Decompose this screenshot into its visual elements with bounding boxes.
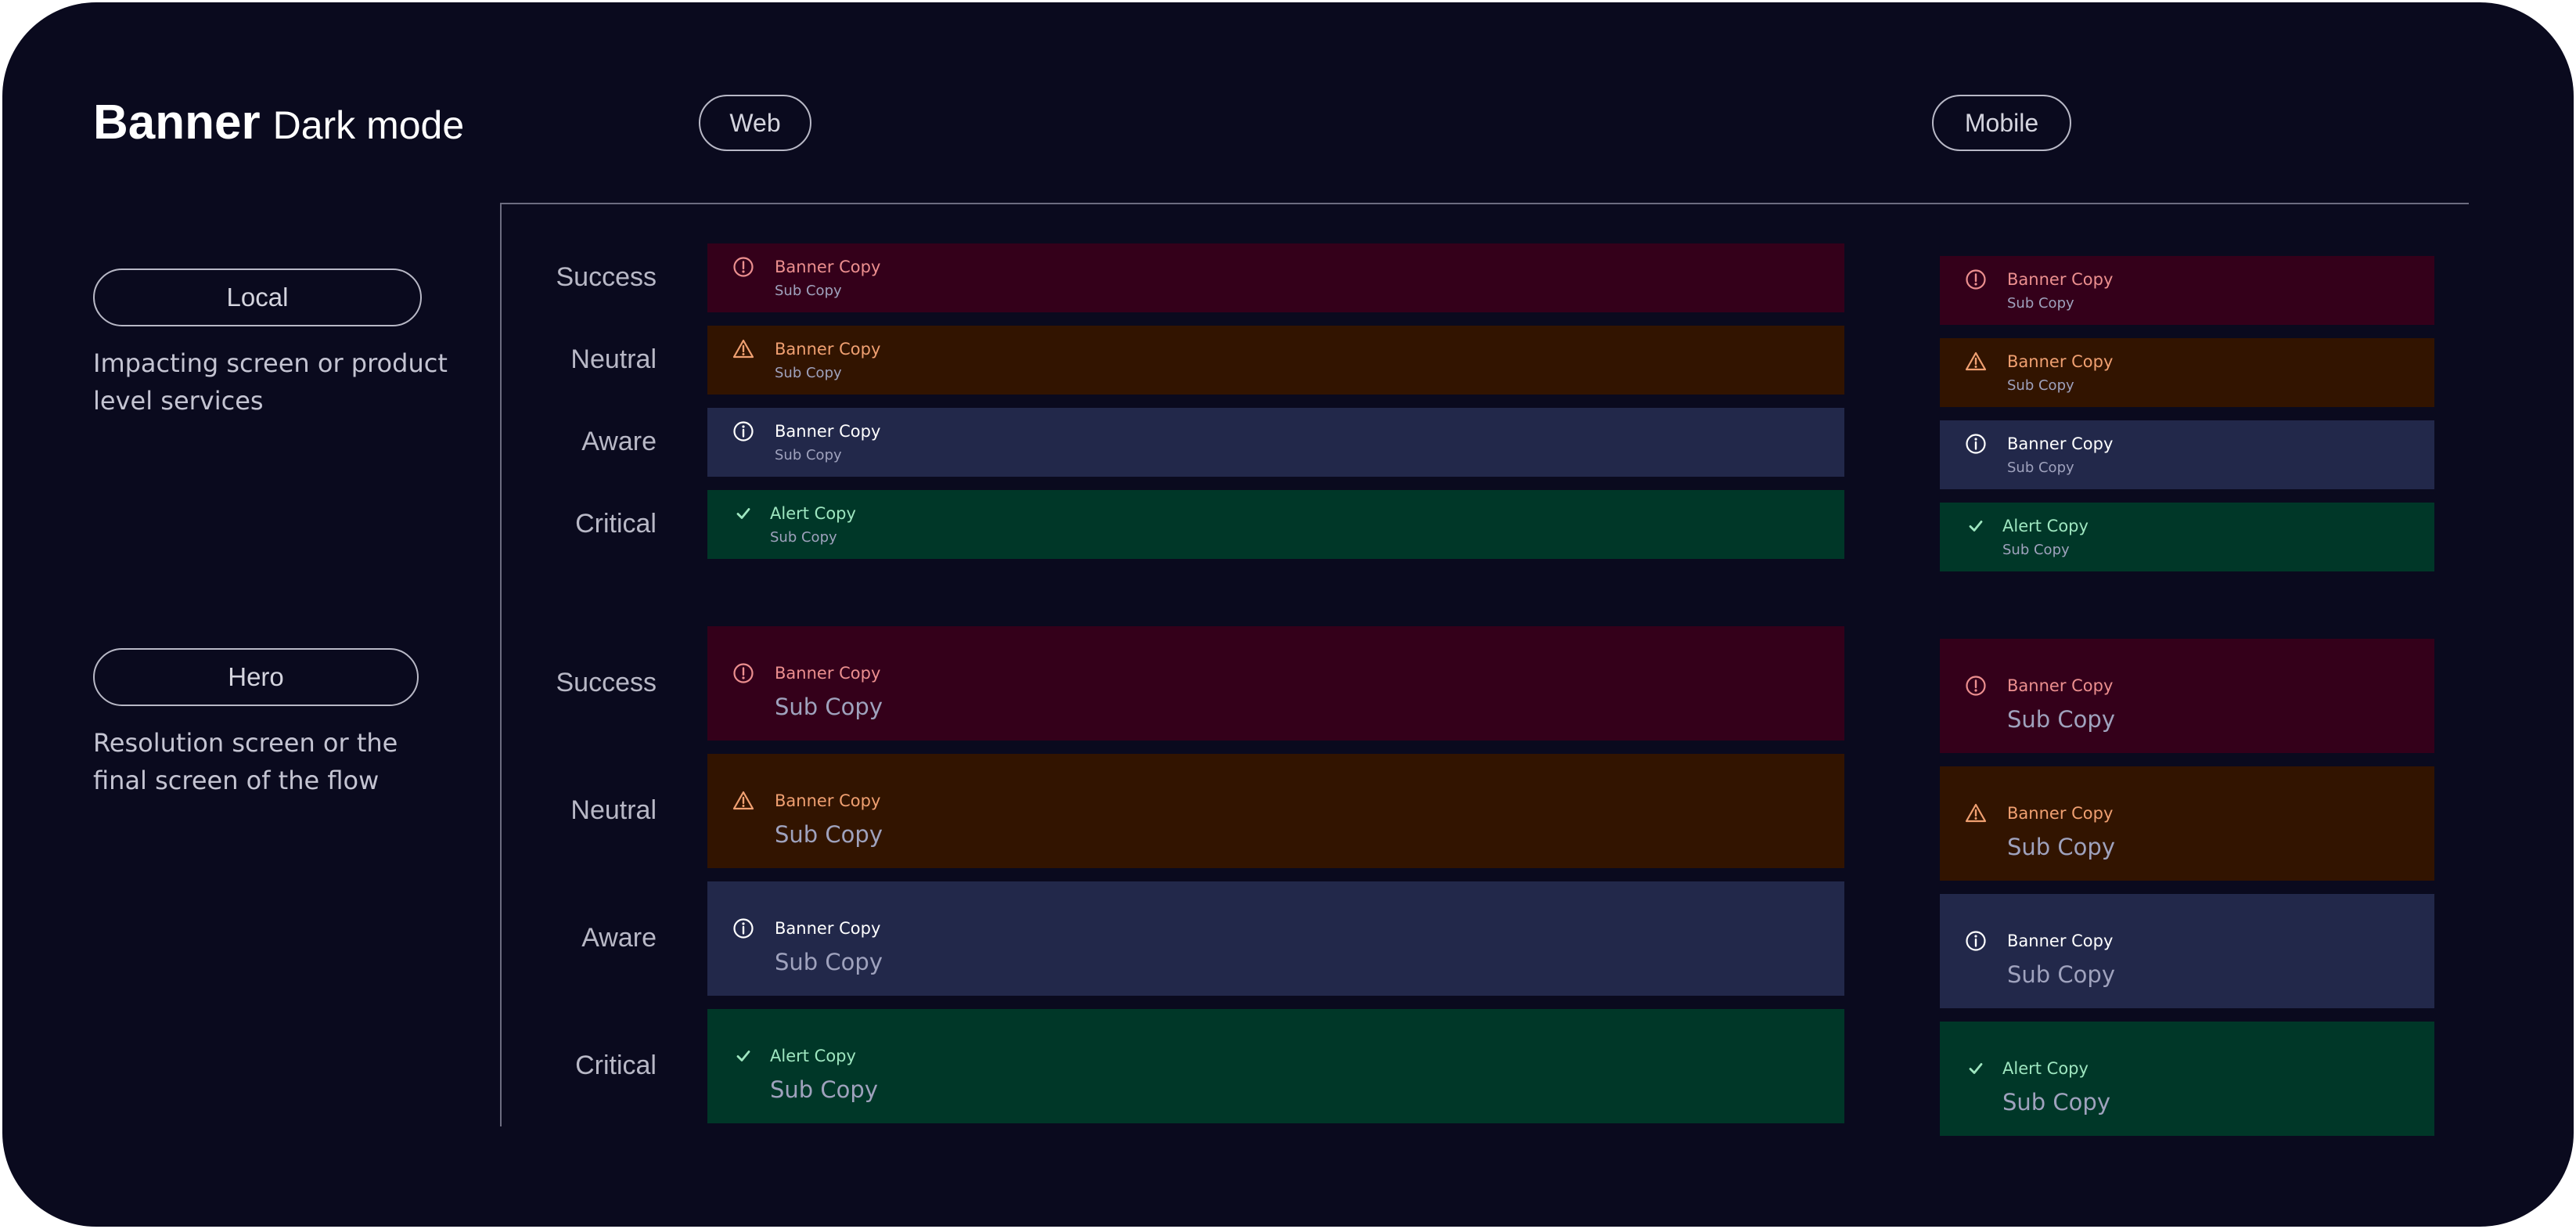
banner-title: Banner Copy <box>775 422 881 441</box>
checkmark-icon <box>1965 1058 1987 1079</box>
banner-title: Banner Copy <box>2007 270 2114 289</box>
row-label-hero-aware: Aware <box>581 923 657 953</box>
checkmark-icon <box>732 503 754 524</box>
banner-title: Banner Copy <box>2007 932 2114 950</box>
banner-title: Banner Copy <box>775 340 881 359</box>
banner-subcopy: Sub Copy <box>2007 460 2074 476</box>
web-local-success-banner[interactable]: Banner Copy Sub Copy <box>707 243 1844 312</box>
mobile-hero-critical-banner[interactable]: Alert Copy Sub Copy <box>1940 1022 2434 1136</box>
banner-subcopy: Sub Copy <box>2007 834 2115 860</box>
banner-title: Banner Copy <box>775 664 881 683</box>
banner-subcopy: Sub Copy <box>770 529 837 546</box>
row-label-hero-neutral: Neutral <box>570 795 657 825</box>
warning-triangle-icon <box>1965 351 1987 373</box>
web-hero-neutral-banner[interactable]: Banner Copy Sub Copy <box>707 754 1844 868</box>
web-hero-success-banner[interactable]: Banner Copy Sub Copy <box>707 626 1844 741</box>
banner-subcopy: Sub Copy <box>2007 295 2074 312</box>
banner-title: Banner Copy <box>775 919 881 938</box>
checkmark-icon <box>732 1045 754 1067</box>
section-local-label: Local <box>93 269 422 326</box>
banner-title: Banner Copy <box>775 791 881 810</box>
web-hero-critical-banner[interactable]: Alert Copy Sub Copy <box>707 1009 1844 1123</box>
web-local-critical-banner[interactable]: Alert Copy Sub Copy <box>707 490 1844 559</box>
checkmark-icon <box>1965 515 1987 537</box>
row-label-local-aware: Aware <box>581 427 657 456</box>
banner-subcopy: Sub Copy <box>2007 377 2074 394</box>
banner-title: Alert Copy <box>2002 517 2089 535</box>
section-hero-label: Hero <box>93 648 419 706</box>
warning-triangle-icon <box>732 338 754 360</box>
mobile-hero-success-banner[interactable]: Banner Copy Sub Copy <box>1940 639 2434 753</box>
banner-title: Banner Copy <box>775 258 881 276</box>
info-circle-icon <box>1965 433 1987 455</box>
mobile-local-success-banner[interactable]: Banner Copy Sub Copy <box>1940 256 2434 325</box>
banner-subcopy: Sub Copy <box>2007 961 2115 988</box>
banner-subcopy: Sub Copy <box>770 1076 878 1103</box>
web-hero-aware-banner[interactable]: Banner Copy Sub Copy <box>707 881 1844 996</box>
section-local-description: Impacting screen or product level servic… <box>93 348 448 416</box>
mobile-hero-neutral-banner[interactable]: Banner Copy Sub Copy <box>1940 766 2434 881</box>
row-label-local-critical: Critical <box>575 509 657 539</box>
banner-subcopy: Sub Copy <box>775 821 883 848</box>
mobile-local-aware-banner[interactable]: Banner Copy Sub Copy <box>1940 420 2434 489</box>
info-circle-icon <box>732 917 754 939</box>
banner-subcopy: Sub Copy <box>775 447 842 463</box>
banner-title: Banner Copy <box>2007 804 2114 823</box>
banner-title: Banner Copy <box>2007 676 2114 695</box>
warning-triangle-icon <box>1965 802 1987 824</box>
banner-title: Banner Copy <box>2007 352 2114 371</box>
row-label-hero-critical: Critical <box>575 1051 657 1080</box>
alert-circle-icon <box>1965 269 1987 290</box>
mobile-local-neutral-banner[interactable]: Banner Copy Sub Copy <box>1940 338 2434 407</box>
banner-title: Alert Copy <box>2002 1059 2089 1078</box>
banner-subcopy: Sub Copy <box>775 694 883 720</box>
page-frame: Banner Dark mode Web Mobile Local Impacti… <box>2 2 2574 1227</box>
platform-mobile-tab[interactable]: Mobile <box>1932 95 2071 151</box>
row-label-hero-success: Success <box>556 668 657 697</box>
info-circle-icon <box>732 420 754 442</box>
row-label-local-success: Success <box>556 262 657 292</box>
warning-triangle-icon <box>732 790 754 812</box>
title-bold: Banner <box>93 96 261 150</box>
section-hero-description: Resolution screen or the final screen of… <box>93 728 398 795</box>
row-label-local-neutral: Neutral <box>570 344 657 374</box>
banner-subcopy: Sub Copy <box>775 949 883 975</box>
platform-web-tab[interactable]: Web <box>699 95 811 151</box>
page-title: Banner Dark mode <box>93 95 464 150</box>
banner-title: Banner Copy <box>2007 434 2114 453</box>
alert-circle-icon <box>1965 675 1987 697</box>
banner-subcopy: Sub Copy <box>2002 542 2070 558</box>
banner-title: Alert Copy <box>770 504 856 523</box>
grid-left-divider <box>500 203 502 1126</box>
grid-top-divider <box>500 203 2469 204</box>
mobile-hero-aware-banner[interactable]: Banner Copy Sub Copy <box>1940 894 2434 1008</box>
banner-subcopy: Sub Copy <box>2007 706 2115 733</box>
mobile-local-critical-banner[interactable]: Alert Copy Sub Copy <box>1940 503 2434 571</box>
banner-subcopy: Sub Copy <box>775 365 842 381</box>
alert-circle-icon <box>732 256 754 278</box>
web-local-aware-banner[interactable]: Banner Copy Sub Copy <box>707 408 1844 477</box>
info-circle-icon <box>1965 930 1987 952</box>
banner-title: Alert Copy <box>770 1047 856 1065</box>
title-subtitle: Dark mode <box>272 103 465 147</box>
banner-subcopy: Sub Copy <box>2002 1089 2110 1115</box>
alert-circle-icon <box>732 662 754 684</box>
web-local-neutral-banner[interactable]: Banner Copy Sub Copy <box>707 326 1844 395</box>
banner-subcopy: Sub Copy <box>775 283 842 299</box>
